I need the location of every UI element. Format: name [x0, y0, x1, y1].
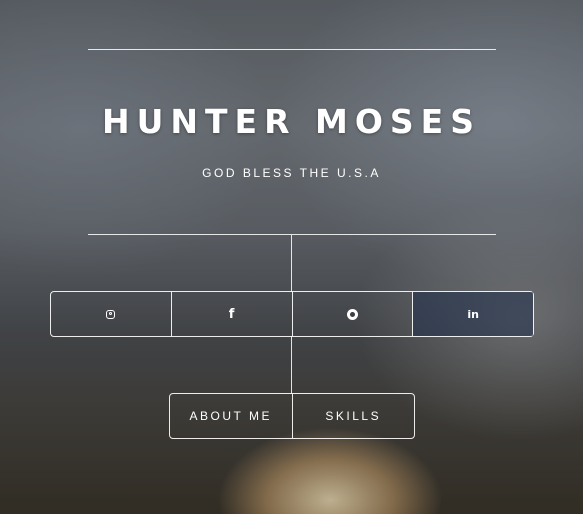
- linkedin-link[interactable]: in: [413, 292, 533, 336]
- github-icon: [346, 308, 358, 320]
- bottom-divider: [88, 234, 496, 235]
- page-subtitle: GOD BLESS THE U.S.A: [202, 166, 381, 180]
- about-me-button[interactable]: ABOUT ME: [170, 394, 293, 438]
- instagram-link[interactable]: [51, 292, 172, 336]
- github-link[interactable]: [293, 292, 414, 336]
- facebook-link[interactable]: f: [172, 292, 293, 336]
- linkedin-icon: in: [467, 307, 479, 321]
- section-nav: ABOUT ME SKILLS: [169, 393, 415, 439]
- social-links: f in: [50, 291, 534, 337]
- top-divider: [88, 49, 496, 50]
- facebook-icon: f: [228, 306, 235, 322]
- vertical-connector-top: [291, 235, 292, 292]
- page-title: HUNTER MOSES: [102, 102, 481, 141]
- skills-button[interactable]: SKILLS: [293, 394, 415, 438]
- instagram-icon: [106, 309, 116, 319]
- vertical-connector-bottom: [291, 336, 292, 394]
